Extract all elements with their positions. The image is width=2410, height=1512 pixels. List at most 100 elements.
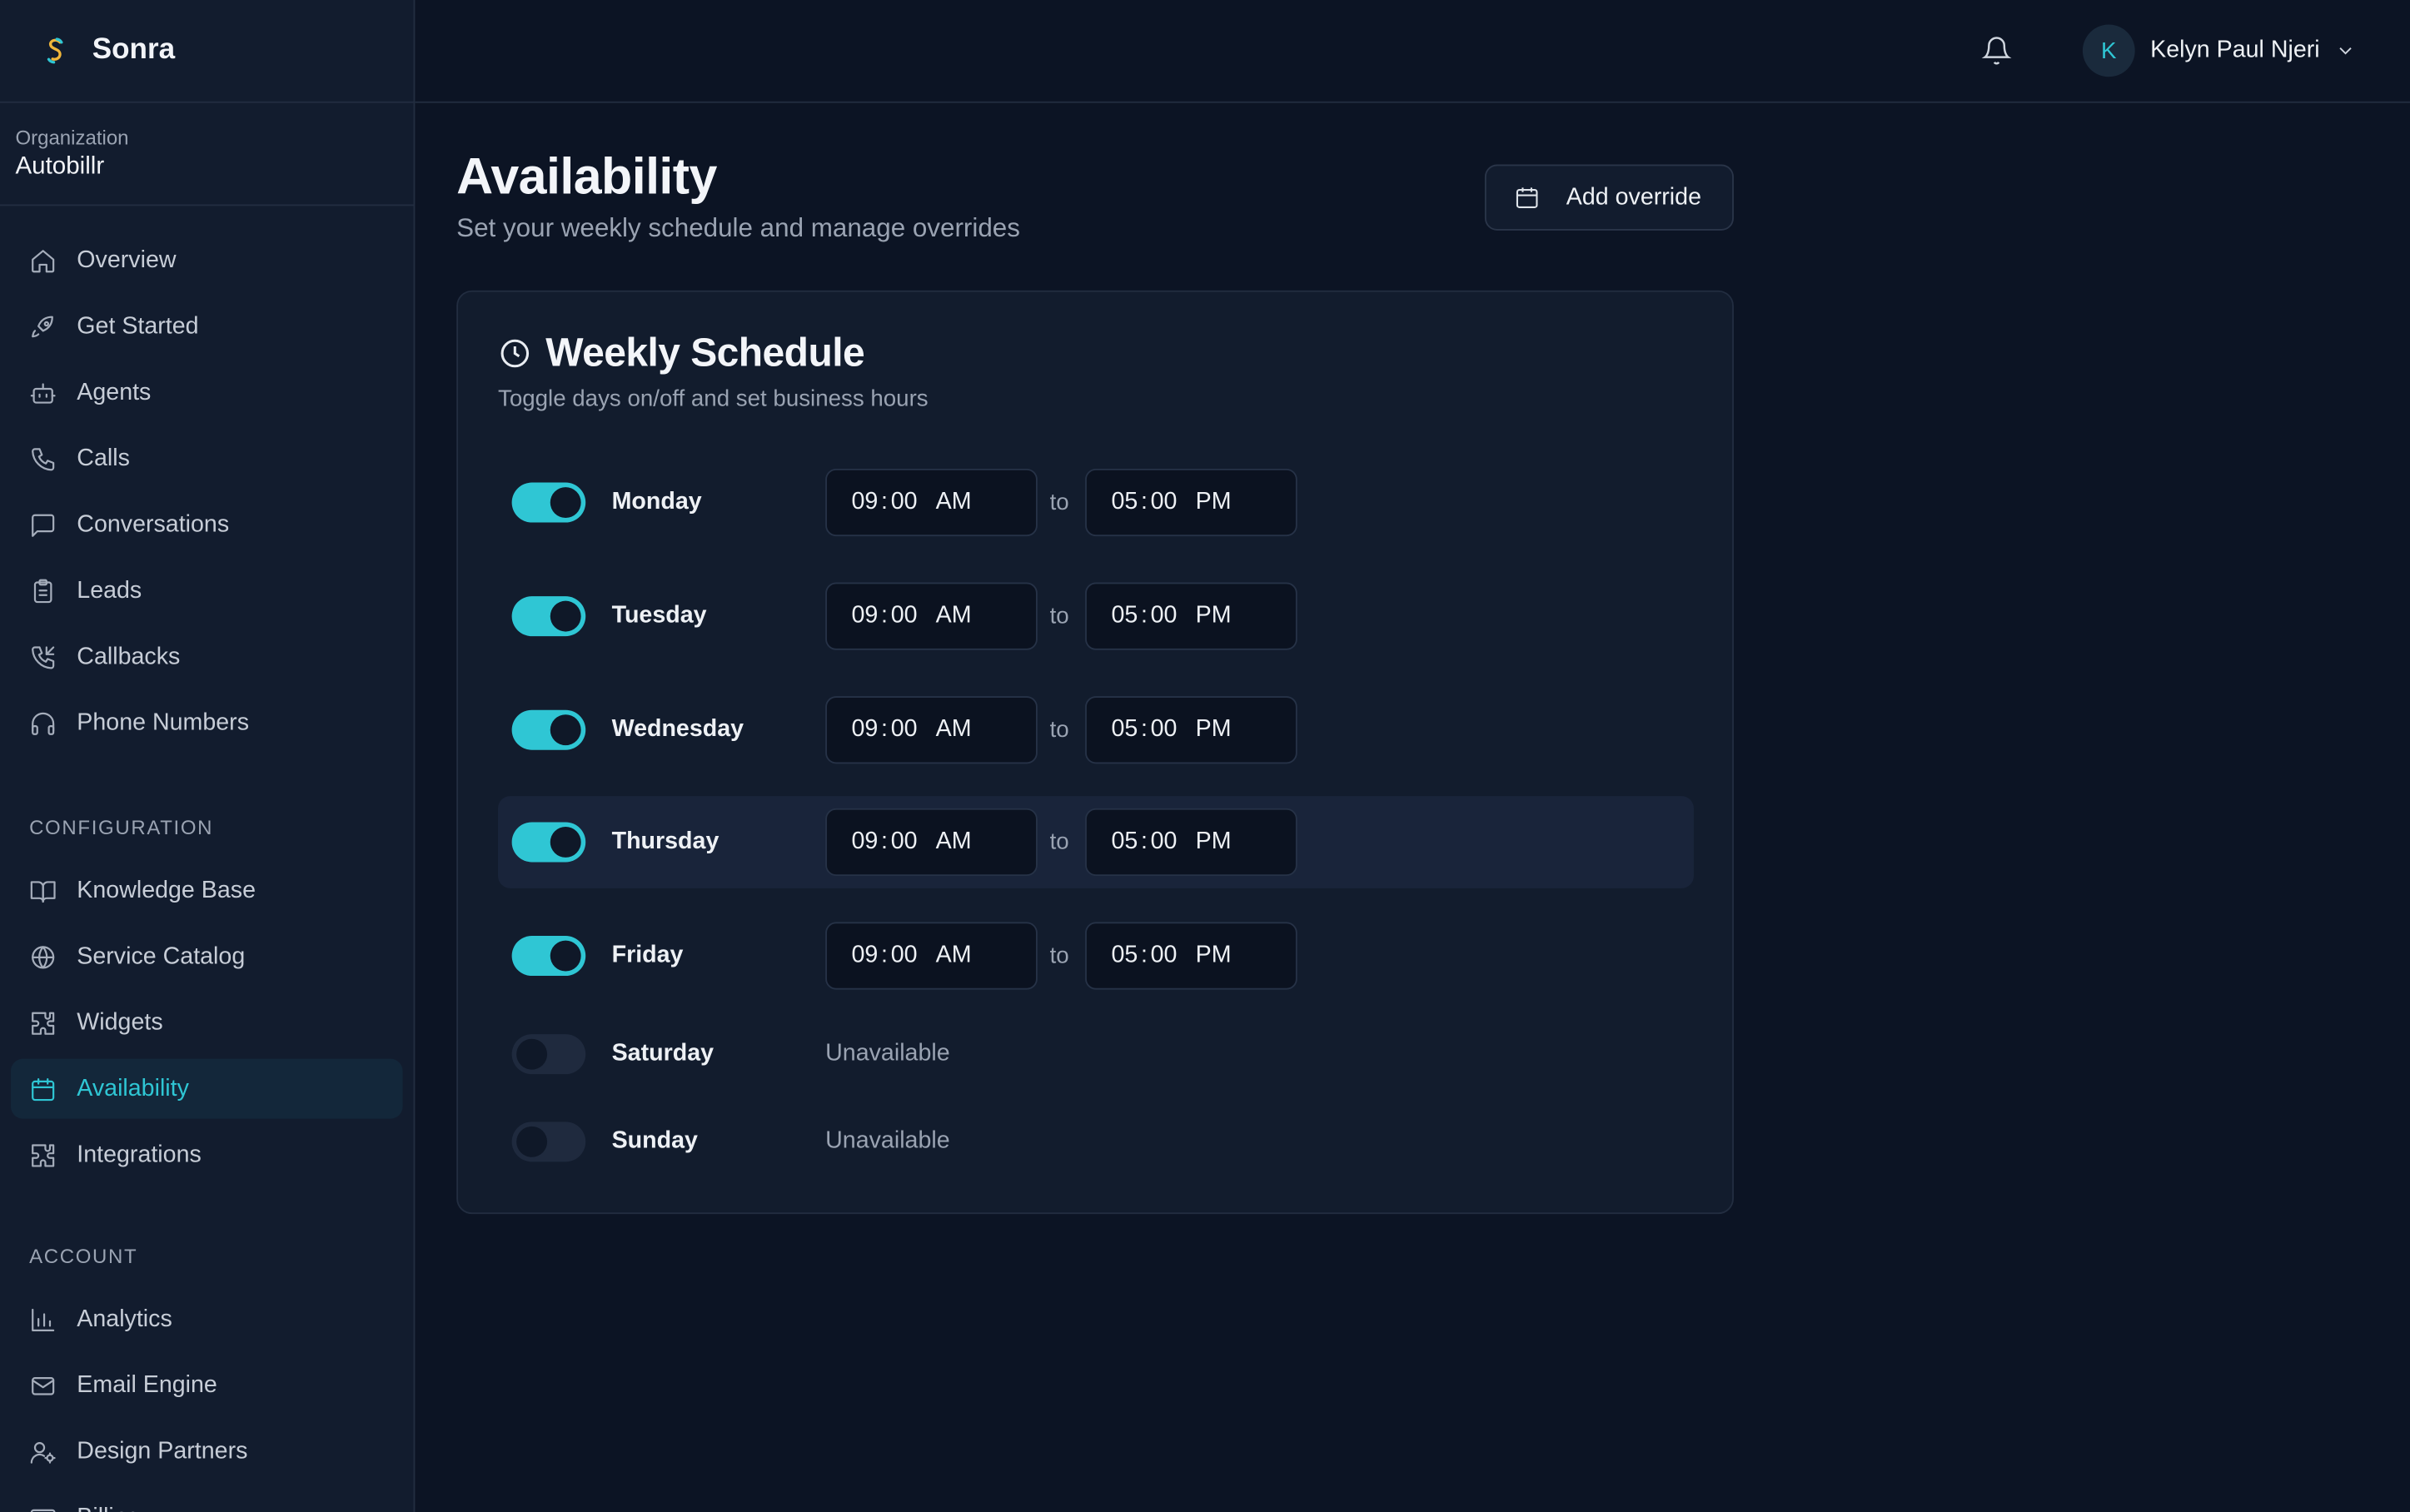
- start-time-input[interactable]: 09:00 AM: [825, 922, 1038, 990]
- sidebar-item-overview[interactable]: Overview: [11, 231, 403, 291]
- sidebar-item-label: Conversations: [77, 510, 230, 538]
- user-menu[interactable]: K Kelyn Paul Njeri: [2082, 24, 2357, 77]
- minute: 00: [1150, 602, 1178, 629]
- sidebar-item-calls[interactable]: Calls: [11, 429, 403, 489]
- meridiem: AM: [935, 488, 972, 515]
- day-toggle[interactable]: [511, 936, 586, 977]
- sidebar-item-knowledge-base[interactable]: Knowledge Base: [11, 861, 403, 921]
- day-name: Tuesday: [611, 602, 707, 629]
- unavailable-label: Unavailable: [825, 1040, 950, 1067]
- start-time-input[interactable]: 09:00 AM: [825, 696, 1038, 764]
- sidebar-nav: Overview Get Started Agents Calls Conver…: [0, 206, 413, 1512]
- phone-icon: [32, 447, 55, 470]
- day-toggle[interactable]: [511, 1034, 586, 1075]
- sidebar-item-label: Email Engine: [77, 1371, 217, 1398]
- to-label: to: [1049, 943, 1069, 969]
- schedule-row-monday: Monday 09:00 AM to 05:00 PM: [498, 456, 1694, 549]
- day-toggle[interactable]: [511, 596, 586, 637]
- minute: 00: [1150, 942, 1178, 968]
- sidebar-item-callbacks[interactable]: Callbacks: [11, 627, 403, 687]
- meridiem: PM: [1195, 716, 1232, 743]
- sidebar-item-label: Analytics: [77, 1305, 172, 1332]
- unavailable-label: Unavailable: [825, 1127, 950, 1155]
- sidebar-item-email-engine[interactable]: Email Engine: [11, 1355, 403, 1415]
- chevron-down-icon: [2339, 47, 2353, 55]
- day-name: Friday: [611, 942, 684, 968]
- to-label: to: [1049, 489, 1069, 516]
- sidebar-item-get-started[interactable]: Get Started: [11, 296, 403, 356]
- meridiem: PM: [1195, 488, 1232, 515]
- day-toggle[interactable]: [511, 822, 586, 863]
- organization-name: Autobillr: [15, 153, 105, 180]
- start-time-input[interactable]: 09:00 AM: [825, 468, 1038, 537]
- message-icon: [32, 513, 55, 536]
- end-time-input[interactable]: 05:00 PM: [1085, 582, 1297, 650]
- hour: 09: [851, 488, 879, 515]
- organization-switcher[interactable]: Organization Autobillr: [0, 103, 414, 206]
- sidebar-item-leads[interactable]: Leads: [11, 561, 403, 621]
- hour: 05: [1111, 828, 1138, 855]
- minute: 00: [890, 602, 918, 629]
- sidebar-item-label: Callbacks: [77, 643, 181, 669]
- end-time-input[interactable]: 05:00 PM: [1085, 468, 1297, 537]
- toggle-knob: [550, 487, 581, 519]
- meridiem: PM: [1195, 602, 1232, 629]
- sidebar-item-design-partners[interactable]: Design Partners: [11, 1421, 403, 1481]
- add-override-button[interactable]: Add override: [1484, 164, 1734, 231]
- day-toggle[interactable]: [511, 1122, 586, 1162]
- sidebar-item-billing[interactable]: Billing: [11, 1488, 403, 1512]
- mail-icon: [32, 1376, 55, 1395]
- credit-card-icon: [30, 1508, 56, 1512]
- minute: 00: [890, 828, 918, 855]
- sidebar-item-widgets[interactable]: Widgets: [11, 992, 403, 1052]
- hour: 09: [851, 716, 879, 743]
- toggle-knob: [550, 600, 581, 632]
- meridiem: AM: [935, 602, 972, 629]
- end-time-input[interactable]: 05:00 PM: [1085, 808, 1297, 877]
- sidebar-item-label: Service Catalog: [77, 943, 246, 969]
- minute: 00: [890, 942, 918, 968]
- sidebar-item-service-catalog[interactable]: Service Catalog: [11, 927, 403, 987]
- sidebar-item-label: Availability: [77, 1075, 189, 1102]
- bot-icon: [30, 382, 56, 403]
- day-toggle[interactable]: [511, 709, 586, 750]
- headphones-icon: [32, 711, 55, 734]
- sidebar-item-label: Overview: [77, 246, 177, 273]
- end-time-input[interactable]: 05:00 PM: [1085, 922, 1297, 990]
- sidebar-item-integrations[interactable]: Integrations: [11, 1125, 403, 1185]
- topbar: K Kelyn Paul Njeri: [415, 0, 2410, 103]
- sidebar-item-label: Phone Numbers: [77, 709, 250, 736]
- minute: 00: [1150, 828, 1178, 855]
- end-time-input[interactable]: 05:00 PM: [1085, 696, 1297, 764]
- card-header: Weekly Schedule: [498, 328, 865, 376]
- sidebar-item-phone-numbers[interactable]: Phone Numbers: [11, 693, 403, 753]
- start-time-input[interactable]: 09:00 AM: [825, 808, 1038, 877]
- calendar-icon: [1516, 187, 1538, 208]
- sidebar-item-label: Design Partners: [77, 1437, 248, 1465]
- user-cog-icon: [30, 1441, 56, 1463]
- avatar: K: [2082, 24, 2135, 77]
- start-time-input[interactable]: 09:00 AM: [825, 582, 1038, 650]
- bell-icon[interactable]: [1981, 35, 2012, 66]
- sidebar-item-conversations[interactable]: Conversations: [11, 495, 403, 555]
- sidebar-item-analytics[interactable]: Analytics: [11, 1290, 403, 1350]
- hour: 05: [1111, 716, 1138, 743]
- hour: 05: [1111, 488, 1138, 515]
- meridiem: AM: [935, 716, 972, 743]
- bar-chart-icon: [32, 1307, 55, 1331]
- brand[interactable]: Sonra: [0, 0, 414, 103]
- user-name: Kelyn Paul Njeri: [2150, 37, 2320, 63]
- weekly-schedule-card: Weekly Schedule Toggle days on/off and s…: [456, 290, 1734, 1215]
- schedule-row-tuesday: Tuesday 09:00 AM to 05:00 PM: [498, 570, 1694, 663]
- clipboard-icon: [33, 578, 52, 603]
- puzzle-icon: [32, 1143, 55, 1166]
- to-label: to: [1049, 717, 1069, 744]
- card-title: Weekly Schedule: [545, 328, 865, 376]
- sidebar-item-availability[interactable]: Availability: [10, 1058, 403, 1119]
- day-toggle[interactable]: [511, 482, 586, 523]
- to-label: to: [1049, 828, 1069, 856]
- page-title: Availability: [456, 147, 717, 205]
- globe-icon: [32, 945, 55, 968]
- home-icon: [32, 249, 55, 272]
- sidebar-item-agents[interactable]: Agents: [11, 363, 403, 423]
